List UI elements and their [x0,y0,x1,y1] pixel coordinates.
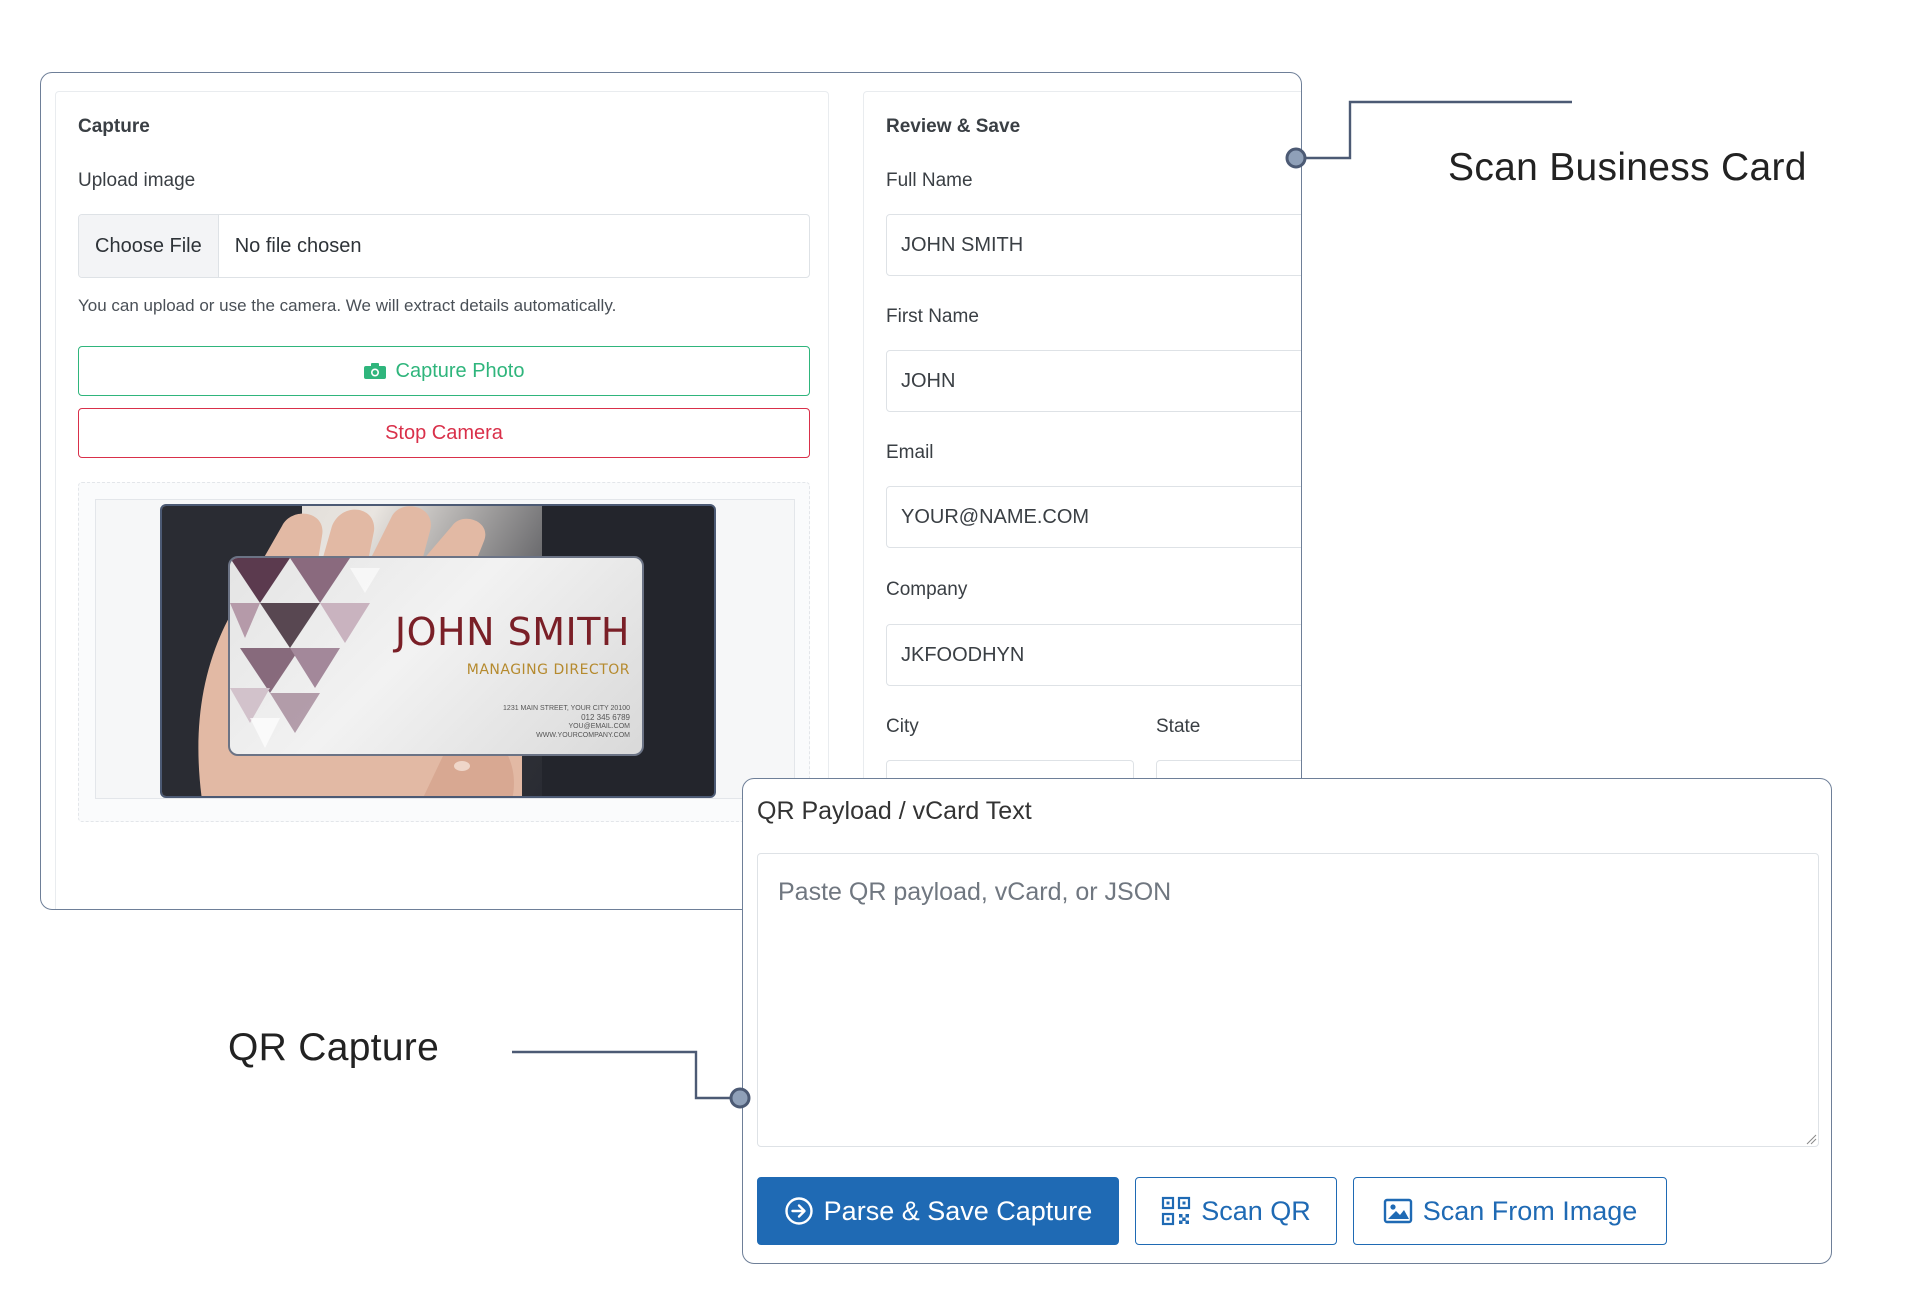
file-input[interactable]: Choose File No file chosen [78,214,810,278]
card-name: JOHN SMITH [394,610,630,654]
upload-help-text: You can upload or use the camera. We wil… [78,296,617,315]
capture-photo-label: Capture Photo [395,359,525,382]
qr-capture-callout: QR Capture [228,1026,440,1069]
city-label: City [886,716,919,737]
full-name-input[interactable]: JOHN SMITH [886,214,1301,276]
stop-camera-label: Stop Camera [385,421,503,444]
arrow-circle-right-icon [784,1197,813,1225]
qr-capture-window: QR Payload / vCard Text Paste QR payload… [742,778,1832,1264]
card-email: YOU@EMAIL.COM [568,723,630,730]
card-website: WWW.YOURCOMPANY.COM [536,732,630,739]
capture-card: Capture Upload image Choose File No file… [55,91,829,909]
company-label: Company [886,579,968,600]
triangle-pattern-icon [230,558,380,748]
camera-preview-area: JOHN SMITH MANAGING DIRECTOR 1231 MAIN S… [78,482,810,822]
upload-image-label: Upload image [78,170,196,191]
card-contact-details: 1231 MAIN STREET, YOUR CITY 20100 012 34… [503,704,630,740]
parse-save-capture-button[interactable]: Parse & Save Capture [757,1177,1119,1245]
full-name-label: Full Name [886,170,973,191]
email-label: Email [886,442,934,463]
resize-grip-icon[interactable] [1805,1133,1817,1145]
scan-qr-label: Scan QR [1201,1195,1311,1226]
business-card: JOHN SMITH MANAGING DIRECTOR 1231 MAIN S… [228,556,644,756]
card-title: MANAGING DIRECTOR [466,662,630,678]
card-phone: 012 345 6789 [581,713,630,722]
camera-icon [363,363,386,379]
choose-file-button[interactable]: Choose File [79,215,219,277]
camera-preview-frame: JOHN SMITH MANAGING DIRECTOR 1231 MAIN S… [95,499,795,799]
first-name-input[interactable]: JOHN [886,350,1301,412]
first-name-label: First Name [886,306,979,327]
capture-title: Capture [78,116,150,137]
scan-from-image-button[interactable]: Scan From Image [1353,1177,1667,1245]
state-label: State [1156,716,1201,737]
scan-business-card-callout: Scan Business Card [1448,146,1807,189]
qr-code-icon [1162,1196,1191,1226]
capture-photo-button[interactable]: Capture Photo [78,346,810,396]
review-save-title: Review & Save [886,116,1021,137]
qr-payload-title: QR Payload / vCard Text [757,797,1032,825]
scan-from-image-label: Scan From Image [1422,1195,1638,1226]
company-input[interactable]: JKFOODHYN [886,624,1301,686]
parse-save-label: Parse & Save Capture [823,1195,1093,1226]
file-status: No file chosen [234,234,362,257]
image-icon [1383,1198,1412,1224]
stop-camera-button[interactable]: Stop Camera [78,408,810,458]
email-input[interactable]: YOUR@NAME.COM [886,486,1301,548]
business-card-photo: JOHN SMITH MANAGING DIRECTOR 1231 MAIN S… [160,504,716,798]
qr-payload-textarea[interactable]: Paste QR payload, vCard, or JSON [757,853,1819,1147]
scan-qr-button[interactable]: Scan QR [1135,1177,1337,1245]
card-address: 1231 MAIN STREET, YOUR CITY 20100 [503,705,630,712]
